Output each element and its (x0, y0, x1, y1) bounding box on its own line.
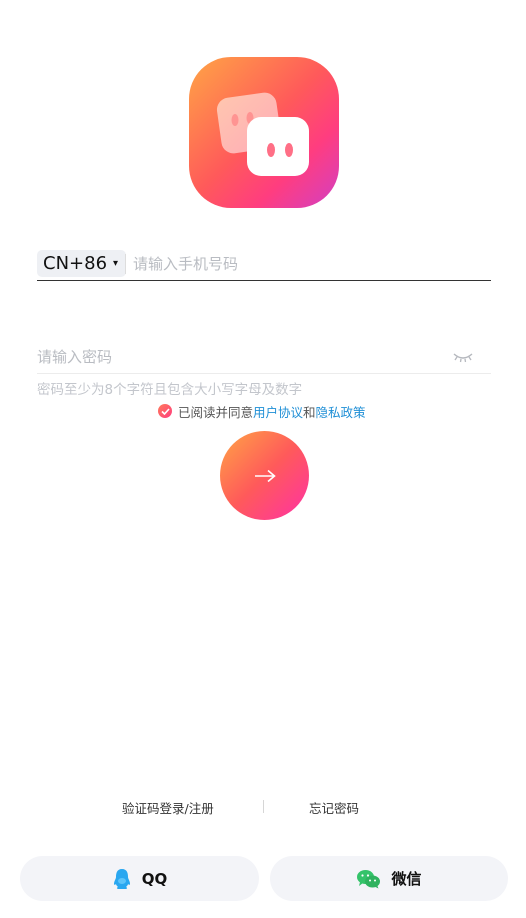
wechat-label: 微信 (391, 870, 422, 888)
sms-login-link[interactable]: 验证码登录/注册 (122, 798, 214, 817)
password-hint: 密码至少为8个字符且包含大小写字母及数字 (37, 382, 303, 398)
user-agreement-link[interactable]: 用户协议 (253, 402, 303, 421)
divider (125, 254, 126, 274)
agree-and-text: 和 (303, 404, 316, 420)
country-code-select[interactable]: CN+86 ▾ (37, 250, 127, 277)
agreement-row: 已阅读并同意 用户协议 和 隐私政策 (158, 402, 366, 420)
wechat-icon (356, 869, 381, 889)
agree-text: 已阅读并同意 (178, 404, 254, 420)
qq-label: QQ (141, 869, 168, 888)
agree-checkbox[interactable] (158, 404, 172, 418)
arrow-right-icon (254, 469, 276, 482)
phone-input[interactable] (133, 251, 473, 277)
phone-field-row: CN+86 ▾ (37, 248, 491, 281)
app-logo-icon (189, 57, 339, 208)
password-input[interactable] (37, 344, 437, 370)
bottom-links: 验证码登录/注册 忘记密码 (0, 798, 526, 816)
privacy-policy-link[interactable]: 隐私政策 (316, 402, 366, 421)
check-icon (160, 407, 170, 415)
divider (263, 800, 264, 813)
chevron-down-icon: ▾ (113, 258, 119, 269)
wechat-login-button[interactable]: 微信 (270, 856, 508, 901)
eye-closed-icon[interactable] (453, 350, 473, 364)
country-code-label: CN+86 (43, 253, 108, 274)
qq-icon (112, 868, 132, 890)
password-field-row (37, 340, 491, 374)
forgot-password-link[interactable]: 忘记密码 (309, 798, 359, 817)
qq-login-button[interactable]: QQ (20, 856, 259, 901)
login-submit-button[interactable] (220, 431, 309, 520)
